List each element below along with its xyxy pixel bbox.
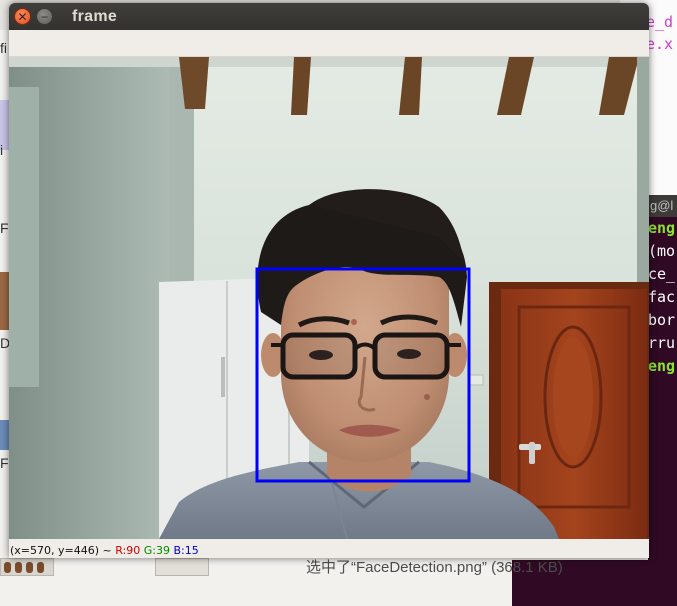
file-manager-status-text: 选中了“FaceDetection.png” (368.1 KB): [306, 559, 563, 576]
terminal-line: fac: [648, 288, 676, 306]
image-status-bar: (x=570, y=446) ~ R:90 G:39 B:15: [9, 539, 649, 558]
file-manager-fragment: fi: [0, 40, 7, 56]
editor-line: e_d: [646, 13, 674, 31]
pixel-green-value: G:39: [143, 544, 170, 557]
window-titlebar[interactable]: ✕ − frame: [9, 3, 649, 30]
terminal-line: ce_: [648, 265, 676, 283]
pixel-blue-value: B:15: [173, 544, 199, 557]
editor-line: e.x: [646, 35, 674, 53]
file-manager-status-area: 选中了“FaceDetection.png” (368.1 KB): [0, 556, 563, 606]
terminal-line: (mo: [648, 242, 676, 260]
file-thumbnail-strip[interactable]: [0, 558, 54, 576]
webcam-image: [9, 57, 649, 539]
terminal-title: g@l: [648, 195, 677, 217]
window-toolbar: [9, 30, 649, 57]
minimize-icon: −: [40, 9, 48, 24]
file-manager-fragment: F: [0, 220, 9, 236]
frame-window[interactable]: ✕ − frame (x=570, y=446) ~ R:90 G:39 B:1…: [9, 3, 649, 558]
close-icon: ✕: [17, 9, 28, 24]
terminal-line: rru: [648, 334, 676, 352]
desktop: e_d e.x g@l eng (mo ce_ fac bor rru eng …: [0, 0, 677, 606]
terminal-line: eng: [648, 219, 676, 237]
minimize-button[interactable]: −: [36, 8, 53, 25]
file-manager-fragment: i: [0, 142, 4, 158]
close-button[interactable]: ✕: [14, 8, 31, 25]
terminal-line: bor: [648, 311, 676, 329]
cursor-coordinates: (x=570, y=446) ~: [10, 544, 112, 557]
pixel-red-value: R:90: [115, 544, 141, 557]
window-title: frame: [72, 7, 118, 25]
file-thumbnail-strip[interactable]: [155, 558, 209, 576]
terminal-line: eng: [648, 357, 676, 375]
background-terminal-window[interactable]: g@l eng (mo ce_ fac bor rru eng: [648, 195, 677, 606]
file-manager-fragment: F: [0, 455, 9, 471]
camera-frame-image[interactable]: [9, 57, 649, 539]
